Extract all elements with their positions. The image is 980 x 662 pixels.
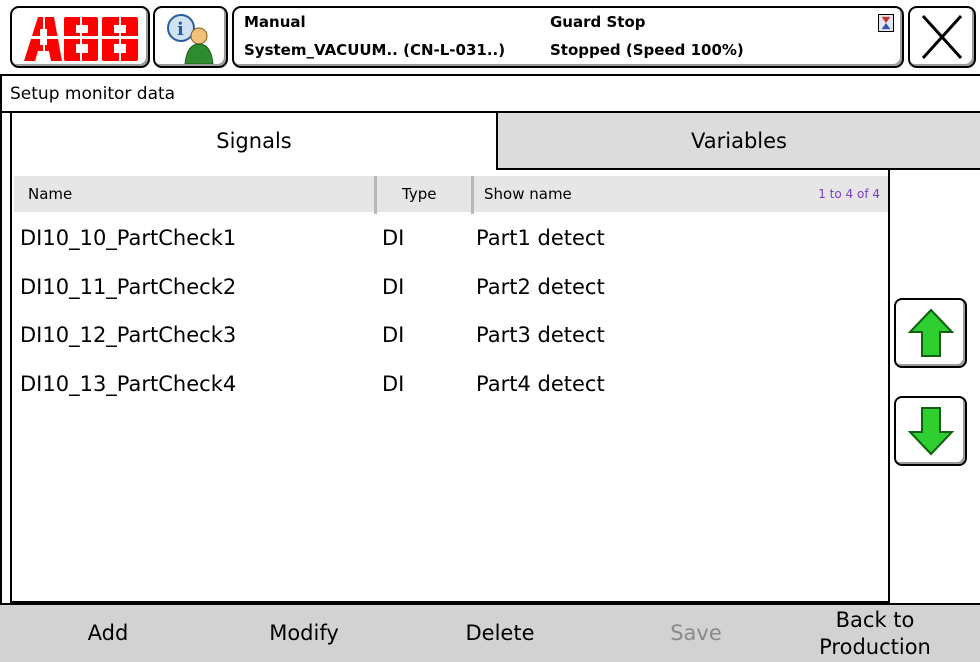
page-title: Setup monitor data: [10, 84, 176, 104]
status-panel[interactable]: Manual System_VACUUM.. (CN-L-031..) Guar…: [232, 6, 904, 68]
command-bar: Add Modify Delete Save Back to Productio…: [0, 603, 980, 662]
info-person-icon: i: [167, 14, 214, 64]
add-button[interactable]: Add: [10, 605, 206, 662]
table-header: Name Type Show name 1 to 4 of 4: [14, 176, 888, 214]
signal-type: DI: [382, 275, 405, 299]
column-divider[interactable]: [374, 176, 377, 214]
delete-label: Delete: [465, 621, 535, 645]
back-label-line1: Back to: [835, 608, 915, 632]
column-header-name[interactable]: Name: [28, 176, 72, 212]
signal-show-name: Part4 detect: [476, 372, 605, 396]
signal-name: DI10_12_PartCheck3: [20, 323, 237, 347]
modify-button[interactable]: Modify: [206, 605, 402, 662]
signal-name: DI10_10_PartCheck1: [20, 226, 237, 250]
signal-type: DI: [382, 372, 405, 396]
table-row[interactable]: DI10_13_PartCheck4 DI Part4 detect: [14, 362, 884, 406]
info-button[interactable]: i: [153, 6, 228, 68]
operating-mode: Manual: [244, 13, 306, 31]
scroll-down-button[interactable]: [894, 396, 967, 466]
signal-show-name: Part1 detect: [476, 226, 605, 250]
signal-type: DI: [382, 226, 405, 250]
down-arrow-icon: [908, 407, 954, 456]
scroll-up-button[interactable]: [894, 298, 967, 368]
abb-logo-icon: [24, 17, 140, 61]
guard-status: Guard Stop: [550, 13, 646, 31]
signal-name: DI10_11_PartCheck2: [20, 275, 237, 299]
column-header-show-name[interactable]: Show name: [484, 176, 572, 212]
modify-label: Modify: [269, 621, 339, 645]
svg-text:i: i: [177, 19, 184, 40]
save-button[interactable]: Save: [598, 605, 794, 662]
up-arrow-icon: [908, 308, 954, 357]
tab-variables[interactable]: Variables: [498, 113, 980, 170]
back-to-production-button[interactable]: Back to Production: [770, 605, 980, 662]
table-row[interactable]: DI10_12_PartCheck3 DI Part3 detect: [14, 313, 884, 357]
save-label: Save: [670, 621, 722, 645]
table-row[interactable]: DI10_10_PartCheck1 DI Part1 detect: [14, 216, 884, 260]
back-label-line2: Production: [819, 635, 931, 659]
column-divider[interactable]: [471, 176, 474, 214]
column-header-type[interactable]: Type: [402, 176, 436, 212]
status-bar: i Manual System_VACUUM.. (CN-L-031..) Gu…: [0, 0, 980, 76]
close-button[interactable]: [908, 6, 976, 68]
hourglass-icon: [878, 14, 894, 32]
table-row[interactable]: DI10_11_PartCheck2 DI Part2 detect: [14, 265, 884, 309]
signal-show-name: Part2 detect: [476, 275, 605, 299]
abb-menu-button[interactable]: [10, 6, 150, 68]
signal-type: DI: [382, 323, 405, 347]
close-icon: [921, 14, 963, 60]
controller-state: Stopped (Speed 100%): [550, 41, 744, 59]
delete-button[interactable]: Delete: [402, 605, 598, 662]
add-label: Add: [87, 621, 129, 645]
tab-signals[interactable]: Signals: [10, 113, 498, 170]
row-count: 1 to 4 of 4: [818, 187, 880, 201]
signal-name: DI10_13_PartCheck4: [20, 372, 237, 396]
signal-show-name: Part3 detect: [476, 323, 605, 347]
system-name: System_VACUUM.. (CN-L-031..): [244, 41, 506, 59]
